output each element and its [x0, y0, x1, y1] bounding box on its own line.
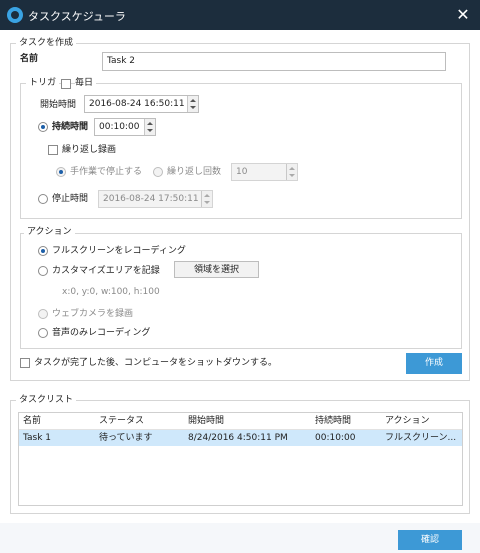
cell-name: Task 1: [23, 433, 52, 443]
column-header-duration[interactable]: 持続時間: [315, 413, 351, 429]
shutdown-checkbox[interactable]: [20, 358, 30, 368]
start-time-value: 2016-08-24 16:50:11: [89, 99, 185, 109]
task-name-input[interactable]: Task 2: [102, 52, 446, 71]
webcam-label: ウェブカメラを録画: [52, 309, 134, 319]
name-label: 名前: [20, 54, 39, 64]
manual-stop-label: 手作業で停止する: [70, 167, 143, 177]
duration-field[interactable]: 00:10:00: [94, 118, 156, 136]
custom-area-radio[interactable]: [38, 266, 48, 276]
fullscreen-radio[interactable]: [38, 246, 48, 256]
repeat-label: 繰り返し録画: [62, 145, 117, 155]
daily-label: 毎日: [75, 77, 97, 89]
daily-checkbox[interactable]: [61, 79, 71, 89]
title-bar: タスクスケジューラ ✕: [0, 0, 480, 30]
task-table: 名前 ステータス 開始時間 持続時間 アクション Task 1 待っています 8…: [18, 412, 463, 506]
close-icon[interactable]: ✕: [454, 5, 472, 25]
start-time-spinner[interactable]: [187, 96, 198, 112]
webcam-radio[interactable]: [38, 309, 48, 319]
repeat-count-label: 繰り返し回数: [167, 167, 222, 177]
task-list-legend: タスクリスト: [16, 394, 77, 406]
stop-time-value: 2016-08-24 17:50:11: [103, 194, 199, 204]
shutdown-label: タスクが完了した後、コンピュータをショットダウンする。: [34, 358, 278, 368]
duration-spinner[interactable]: [144, 119, 155, 135]
action-label: アクション: [24, 226, 75, 238]
cell-duration: 00:10:00: [315, 433, 356, 443]
stop-time-field[interactable]: 2016-08-24 17:50:11: [98, 190, 213, 208]
select-area-button[interactable]: 領域を選択: [174, 261, 259, 278]
manual-stop-radio[interactable]: [56, 167, 66, 177]
cell-start-time: 8/24/2016 4:50:11 PM: [188, 433, 288, 443]
start-time-label: 開始時間: [40, 100, 77, 110]
repeat-count-spinner[interactable]: [286, 164, 297, 180]
area-coordinates: x:0, y:0, w:100, h:100: [62, 287, 160, 297]
duration-value: 00:10:00: [99, 122, 140, 132]
window-title: タスクスケジューラ: [28, 10, 126, 23]
table-row[interactable]: Task 1 待っています 8/24/2016 4:50:11 PM 00:10…: [19, 430, 462, 446]
audio-only-label: 音声のみレコーディング: [52, 328, 151, 338]
fullscreen-label: フルスクリーンをレコーディング: [52, 246, 186, 256]
confirm-button[interactable]: 確認: [398, 530, 462, 550]
cell-status: 待っています: [99, 433, 153, 443]
column-header-name[interactable]: 名前: [23, 413, 41, 429]
trigger-label: トリガ: [26, 77, 60, 89]
repeat-count-radio[interactable]: [153, 167, 163, 177]
stop-time-radio[interactable]: [38, 194, 48, 204]
stop-time-label: 停止時間: [52, 194, 89, 204]
repeat-count-field[interactable]: 10: [231, 163, 298, 181]
cell-action: フルスクリーン...: [385, 433, 457, 443]
repeat-checkbox[interactable]: [48, 145, 58, 155]
duration-radio[interactable]: [38, 122, 48, 132]
column-header-start-time[interactable]: 開始時間: [188, 413, 224, 429]
start-time-field[interactable]: 2016-08-24 16:50:11: [84, 95, 199, 113]
column-header-action[interactable]: アクション: [385, 413, 430, 429]
audio-only-radio[interactable]: [38, 328, 48, 338]
create-button[interactable]: 作成: [406, 353, 462, 374]
duration-label: 持続時間: [52, 122, 89, 132]
camera-logo-icon: [7, 7, 23, 23]
repeat-count-value: 10: [236, 167, 248, 177]
stop-time-spinner[interactable]: [201, 191, 212, 207]
custom-area-label: カスタマイズエリアを記録: [52, 266, 160, 276]
create-task-legend: タスクを作成: [16, 37, 77, 49]
column-header-status[interactable]: ステータス: [99, 413, 144, 429]
